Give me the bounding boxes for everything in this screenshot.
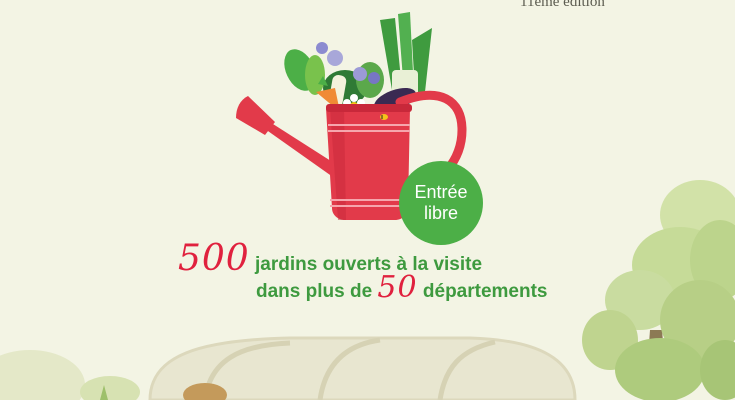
poster: 11ème édition Entrée libre 500 jardins o… xyxy=(0,0,735,400)
edition-label: 11ème édition xyxy=(520,0,605,10)
badge-line-2: libre xyxy=(423,203,458,223)
tagline-line-2: dans plus de 50 départements xyxy=(256,270,548,305)
gardens-number: 500 xyxy=(178,238,250,279)
tagline-suffix: départements xyxy=(422,281,548,302)
departments-number: 50 xyxy=(377,270,418,305)
badge-line-1: Entrée xyxy=(414,182,468,202)
bee-icon xyxy=(380,114,388,120)
tagline-prefix: dans plus de xyxy=(256,281,373,302)
entry-badge: Entrée libre xyxy=(399,161,483,245)
watering-can-illustration xyxy=(236,12,467,220)
